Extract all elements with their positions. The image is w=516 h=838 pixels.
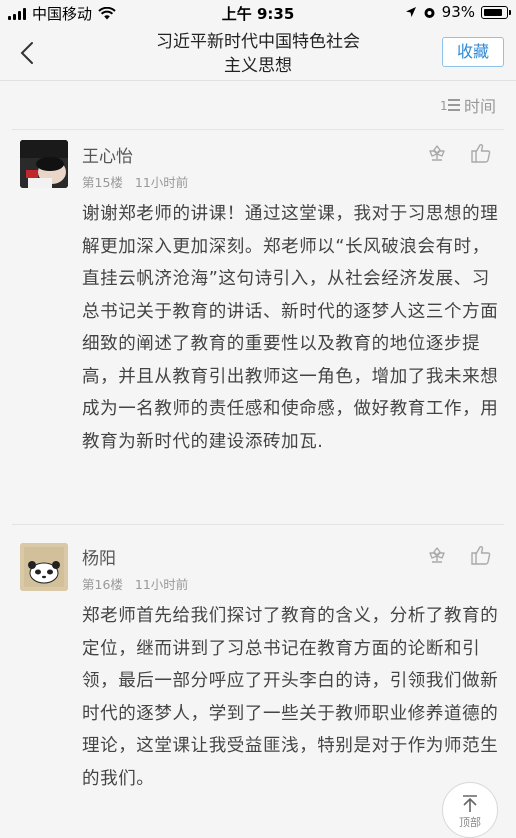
svg-text:1: 1 (440, 99, 448, 112)
floor-number: 第15楼 (82, 175, 123, 190)
comment-meta: 第15楼 11小时前 (82, 172, 188, 191)
thumbs-up-icon[interactable] (470, 142, 492, 164)
back-to-top-button[interactable]: 顶部 (442, 782, 498, 838)
divider (12, 129, 504, 130)
battery-icon (481, 5, 511, 19)
arrow-up-icon (463, 795, 477, 812)
sort-toggle[interactable]: 1 时间 (440, 94, 496, 116)
comment-actions (426, 544, 492, 566)
divider (12, 524, 504, 525)
flower-icon[interactable] (426, 544, 448, 566)
chevron-left-icon (20, 42, 33, 64)
back-to-top-label: 顶部 (459, 816, 481, 829)
page-title: 习近平新时代中国特色社会 主义思想 (110, 30, 406, 78)
sort-order-icon: 1 (440, 99, 460, 112)
comment-meta: 第16楼 11小时前 (82, 574, 188, 593)
comment-text: 郑老师首先给我们探讨了教育的含义，分析了教育的定位，继而讲到了习总书记在教育方面… (82, 606, 499, 789)
alarm-icon (424, 7, 435, 18)
location-icon (405, 7, 416, 17)
floor-number: 第16楼 (82, 577, 123, 592)
back-button[interactable] (12, 36, 42, 70)
comment-text: 谢谢郑老师的讲课！通过这堂课，我对于习思想的理解更加深入更加深刻。郑老师以“长风… (82, 204, 499, 452)
username[interactable]: 杨阳 (82, 544, 116, 569)
username[interactable]: 王心怡 (82, 142, 133, 167)
avatar[interactable] (20, 140, 68, 188)
flower-icon[interactable] (426, 142, 448, 164)
comment-time: 11小时前 (134, 577, 189, 592)
comment-actions (426, 142, 492, 164)
page-title-line2: 主义思想 (224, 56, 292, 76)
page-title-line1: 习近平新时代中国特色社会 (156, 32, 360, 52)
panda-avatar-icon (20, 543, 68, 591)
status-right: 93% (405, 3, 511, 21)
avatar-photo-icon (20, 140, 68, 188)
nav-bar: 习近平新时代中国特色社会 主义思想 收藏 (0, 26, 516, 81)
sort-label: 时间 (463, 97, 496, 116)
avatar[interactable] (20, 543, 68, 591)
favorite-button[interactable]: 收藏 (442, 37, 504, 67)
status-bar: 中国移动 上午 9:35 93% (0, 0, 516, 26)
battery-percent: 93% (441, 3, 475, 21)
thumbs-up-icon[interactable] (470, 544, 492, 566)
comment-time: 11小时前 (134, 175, 189, 190)
